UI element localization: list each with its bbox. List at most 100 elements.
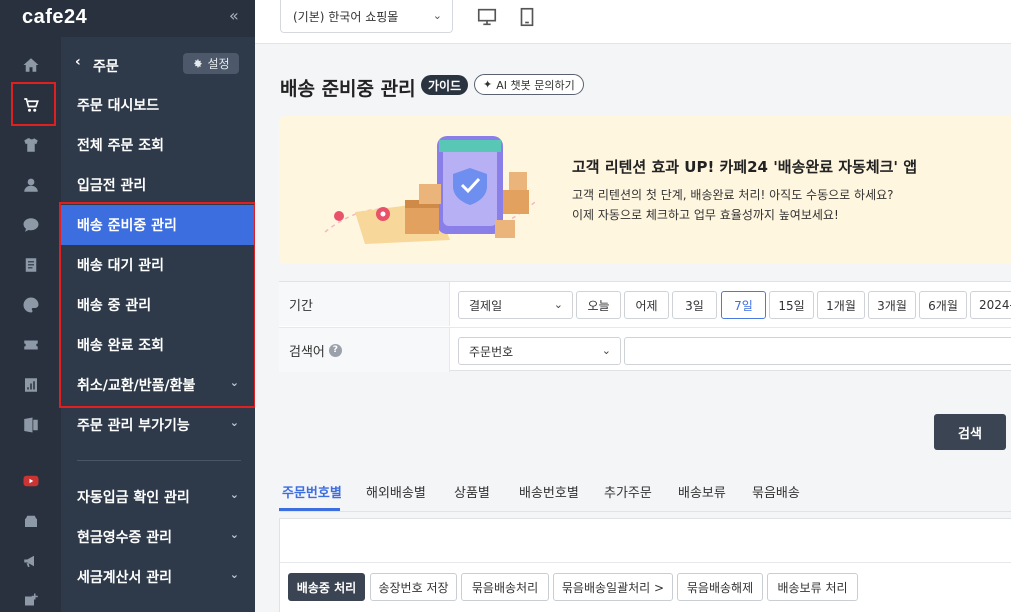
submenu-divider xyxy=(77,460,241,461)
ai-chatbot-button[interactable]: ✦ AI 챗봇 문의하기 xyxy=(474,74,584,95)
banner-title: 고객 리텐션 효과 UP! 카페24 '배송완료 자동체크' 앱 xyxy=(572,158,918,176)
period-7days-button[interactable]: 7일 xyxy=(721,291,766,319)
menu-item-label: 주문 관리 부가기능 xyxy=(77,418,190,434)
shipping-hold-button[interactable]: 배송보류 처리 xyxy=(767,573,858,601)
top-bar: (기본) 한국어 쇼핑몰 ⌄ xyxy=(255,0,1011,44)
banner-line-1: 고객 리텐션의 첫 단계, 배송완료 처리! 아직도 수동으로 하세요? xyxy=(572,188,894,202)
ai-chatbot-label: AI 챗봇 문의하기 xyxy=(496,78,575,92)
chevron-down-icon: ⌄ xyxy=(553,298,563,311)
order-view-tabs: 주문번호별 해외배송별 상품별 배송번호별 추가주문 배송보류 묶음배송 xyxy=(279,470,1011,512)
submenu-header: ‹ 주문 설정 xyxy=(61,47,255,83)
banner-line-2: 이제 자동으로 체크하고 업무 효율성까지 높여보세요! xyxy=(572,208,839,222)
active-tab-underline xyxy=(279,508,340,511)
guide-badge[interactable]: 가이드 xyxy=(421,75,469,95)
tab-shipping-hold[interactable]: 배송보류 xyxy=(678,482,726,501)
menu-item-order-dashboard[interactable]: 주문 대시보드 xyxy=(61,85,255,125)
mark-in-shipping-button[interactable]: 배송중 처리 xyxy=(288,573,365,601)
bundle-shipping-button[interactable]: 묶음배송처리 xyxy=(461,573,549,601)
menu-highlight-box xyxy=(59,202,256,408)
start-date-field[interactable]: 2024-0 xyxy=(970,291,1011,319)
period-yesterday-button[interactable]: 어제 xyxy=(624,291,669,319)
keyword-type-select[interactable]: 주문번호 ⌄ xyxy=(458,337,621,365)
period-type-select[interactable]: 결제일 ⌄ xyxy=(458,291,573,319)
keyword-row: 검색어 ? 주문번호 ⌄ xyxy=(279,327,1011,372)
chevron-down-icon: ⌄ xyxy=(229,528,239,541)
menu-item-label: 주문 대시보드 xyxy=(77,98,160,114)
coupon-icon[interactable] xyxy=(0,325,61,365)
add-app-icon[interactable] xyxy=(0,581,61,612)
tab-by-shipping-number[interactable]: 배송번호별 xyxy=(519,482,579,501)
page-title: 배송 준비중 관리 xyxy=(280,78,416,100)
save-tracking-number-button[interactable]: 송장번호 저장 xyxy=(370,573,457,601)
cafe24-logo[interactable]: cafe24 xyxy=(22,6,87,29)
period-today-button[interactable]: 오늘 xyxy=(576,291,621,319)
settings-label: 설정 xyxy=(207,57,230,71)
mobile-icon[interactable] xyxy=(516,6,538,28)
period-3months-button[interactable]: 3개월 xyxy=(868,291,916,319)
menu-item-label: 입금전 관리 xyxy=(77,178,147,194)
order-list-panel: 배송중 처리 송장번호 저장 묶음배송처리 묶음배송일괄처리 > 묶음배송해제 … xyxy=(279,518,1011,612)
menu-item-label: 전체 주문 조회 xyxy=(77,138,165,154)
unbundle-shipping-button[interactable]: 묶음배송해제 xyxy=(677,573,763,601)
keyword-label-cell: 검색어 ? xyxy=(279,328,450,372)
period-type-value: 결제일 xyxy=(469,298,503,313)
chevron-down-icon: ⌄ xyxy=(229,568,239,581)
main-content: 배송 준비중 관리 가이드 ✦ AI 챗봇 문의하기 고객 리텐션 효과 UP!… xyxy=(255,44,1011,612)
keyword-type-value: 주문번호 xyxy=(469,344,514,359)
tab-bundle-shipping[interactable]: 묶음배송 xyxy=(752,482,800,501)
user-icon[interactable] xyxy=(0,165,61,205)
period-6months-button[interactable]: 6개월 xyxy=(919,291,967,319)
palette-icon[interactable] xyxy=(0,285,61,325)
menu-item-label: 자동입금 확인 관리 xyxy=(77,490,190,506)
board-icon[interactable] xyxy=(0,245,61,285)
youtube-icon[interactable] xyxy=(0,461,61,501)
shop-select[interactable]: (기본) 한국어 쇼핑몰 ⌄ xyxy=(280,0,453,33)
chevron-down-icon: ⌄ xyxy=(601,344,611,357)
stats-icon[interactable] xyxy=(0,365,61,405)
shop-select-value: (기본) 한국어 쇼핑몰 xyxy=(293,9,399,24)
app-store-icon[interactable] xyxy=(0,501,61,541)
tab-by-overseas[interactable]: 해외배송별 xyxy=(366,482,426,501)
period-3days-button[interactable]: 3일 xyxy=(672,291,717,319)
chevron-left-icon[interactable]: ‹ xyxy=(75,54,81,70)
monitor-icon[interactable] xyxy=(476,6,498,28)
menu-item-before-deposit[interactable]: 입금전 관리 xyxy=(61,165,255,205)
menu-item-all-orders[interactable]: 전체 주문 조회 xyxy=(61,125,255,165)
tab-by-order-number[interactable]: 주문번호별 xyxy=(282,482,342,501)
period-row: 기간 결제일 ⌄ 오늘 어제 3일 7일 15일 1개월 3개월 6개월 202… xyxy=(279,282,1011,327)
menu-item-order-addons[interactable]: 주문 관리 부가기능 ⌄ xyxy=(61,405,255,445)
keyword-input[interactable] xyxy=(624,337,1011,365)
search-filter: 기간 결제일 ⌄ 오늘 어제 3일 7일 15일 1개월 3개월 6개월 202… xyxy=(279,281,1011,372)
bundle-shipping-bulk-button[interactable]: 묶음배송일괄처리 > xyxy=(553,573,673,601)
period-15days-button[interactable]: 15일 xyxy=(769,291,814,319)
chat-icon[interactable] xyxy=(0,205,61,245)
keyword-label: 검색어 xyxy=(289,344,325,360)
period-label: 기간 xyxy=(279,282,450,326)
megaphone-icon[interactable] xyxy=(0,541,61,581)
chevron-down-icon: ⌄ xyxy=(229,416,239,429)
menu-item-label: 세금계산서 관리 xyxy=(77,570,173,586)
tab-additional-order[interactable]: 추가주문 xyxy=(604,482,652,501)
menu-item-tax-invoice[interactable]: 세금계산서 관리 ⌄ xyxy=(61,557,255,597)
settings-button[interactable]: 설정 xyxy=(183,53,239,74)
submenu-title[interactable]: 주문 xyxy=(93,56,119,76)
menu-item-label: 현금영수증 관리 xyxy=(77,530,173,546)
help-icon[interactable]: ? xyxy=(328,343,342,357)
period-1month-button[interactable]: 1개월 xyxy=(817,291,865,319)
menu-item-auto-deposit[interactable]: 자동입금 확인 관리 ⌄ xyxy=(61,477,255,517)
double-chevron-left-icon[interactable]: « xyxy=(229,6,239,25)
shirt-icon[interactable] xyxy=(0,125,61,165)
chevron-down-icon: ⌄ xyxy=(432,9,442,22)
search-button[interactable]: 검색 xyxy=(934,414,1006,450)
tab-by-product[interactable]: 상품별 xyxy=(454,482,490,501)
brand-bar: cafe24 « xyxy=(0,0,255,37)
home-icon[interactable] xyxy=(0,45,61,85)
gear-icon xyxy=(194,59,203,68)
promo-banner[interactable]: 고객 리텐션 효과 UP! 카페24 '배송완료 자동체크' 앱 고객 리텐션의… xyxy=(279,116,1011,264)
menu-item-cash-receipt[interactable]: 현금영수증 관리 ⌄ xyxy=(61,517,255,557)
list-toolbar-row xyxy=(280,519,1011,563)
cart-highlight-box xyxy=(11,82,56,126)
delivery-illustration xyxy=(324,136,536,244)
excel-icon[interactable] xyxy=(0,405,61,445)
sparkle-icon: ✦ xyxy=(483,78,493,91)
